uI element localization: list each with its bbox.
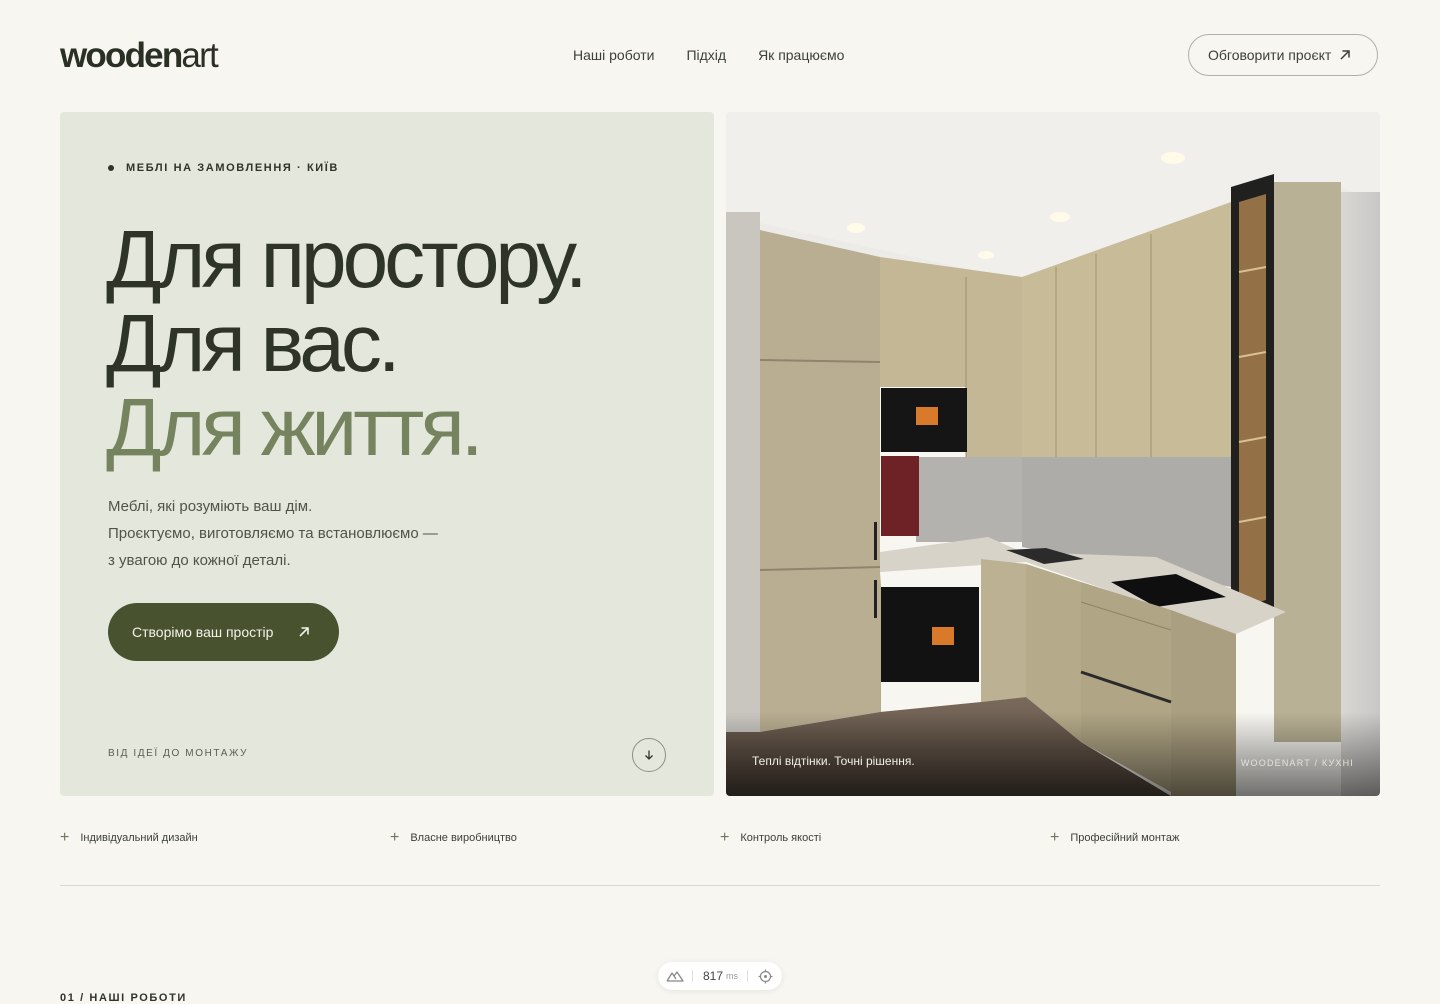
feature-label: Контроль якості bbox=[740, 832, 822, 844]
feature-label: Професійний монтаж bbox=[1070, 832, 1180, 844]
hero-kitchen-image: Теплі відтінки. Точні рішення. WOODENART… bbox=[726, 112, 1380, 796]
plus-icon: + bbox=[1050, 829, 1060, 846]
logo-bold: wooden bbox=[60, 36, 183, 75]
feature-item: + Професійний монтаж bbox=[1050, 830, 1380, 846]
create-space-button[interactable]: Створімо ваш простір bbox=[108, 603, 339, 661]
main-nav: Наші роботи Підхід Як працюємо bbox=[573, 47, 844, 63]
lead-line-2: Проєктуємо, виготовляємо та встановлюємо… bbox=[108, 525, 438, 542]
section-divider bbox=[60, 885, 1380, 886]
discuss-project-button[interactable]: Обговорити проєкт bbox=[1188, 34, 1378, 76]
plus-icon: + bbox=[60, 829, 70, 846]
headline-line-2: Для вас. bbox=[106, 298, 401, 389]
feature-label: Індивідуальний дизайн bbox=[80, 832, 198, 844]
hero-eyebrow: МЕБЛІ НА ЗАМОВЛЕННЯ · КИЇВ bbox=[108, 162, 339, 174]
nav-item-approach[interactable]: Підхід bbox=[686, 47, 726, 63]
plus-icon: + bbox=[720, 829, 730, 846]
hero-panel: МЕБЛІ НА ЗАМОВЛЕННЯ · КИЇВ Для простору.… bbox=[60, 112, 714, 796]
hero-footer-label: ВІД ІДЕЇ ДО МОНТАЖУ bbox=[108, 748, 249, 759]
feature-label: Власне виробництво bbox=[410, 832, 517, 844]
dot-icon bbox=[108, 165, 114, 171]
arrow-up-right-icon bbox=[299, 627, 309, 637]
hero-headline: Для простору. Для вас. Для життя. bbox=[106, 214, 588, 473]
headline-line-1: Для простору. bbox=[106, 214, 588, 305]
hero-image-caption: Теплі відтінки. Точні рішення. bbox=[752, 754, 915, 768]
hero-eyebrow-text: МЕБЛІ НА ЗАМОВЛЕННЯ · КИЇВ bbox=[126, 162, 339, 174]
toolbar-timing-unit: ms bbox=[726, 971, 739, 981]
arrow-up-right-icon bbox=[1340, 50, 1350, 60]
feature-item: + Контроль якості bbox=[720, 830, 1050, 846]
plus-icon: + bbox=[390, 829, 400, 846]
section-label: 01 / НАШІ РОБОТИ bbox=[60, 992, 187, 1004]
hero-image-credit: WOODENART / КУХНІ bbox=[1240, 758, 1354, 768]
arrow-down-icon bbox=[645, 750, 653, 760]
scroll-down-button[interactable] bbox=[632, 738, 666, 772]
crosshair-icon[interactable] bbox=[758, 969, 773, 984]
toolbar-separator bbox=[692, 970, 693, 982]
discuss-project-label: Обговорити проєкт bbox=[1208, 47, 1332, 63]
toolbar-separator bbox=[747, 970, 749, 982]
logo-light: art bbox=[181, 36, 218, 75]
lead-line-1: Меблі, які розуміють ваш дім. bbox=[108, 498, 313, 515]
kitchen-illustration bbox=[726, 112, 1380, 796]
hero-lead: Меблі, які розуміють ваш дім. Проєктуємо… bbox=[108, 493, 438, 574]
toolbar-timing: 817 bbox=[703, 969, 724, 983]
nav-item-works[interactable]: Наші роботи bbox=[573, 47, 654, 63]
dev-toolbar: 817 ms bbox=[658, 962, 782, 990]
headline-line-3: Для життя. bbox=[106, 382, 484, 473]
logo[interactable]: woodenart bbox=[60, 36, 219, 76]
lead-line-3: з увагою до кожної деталі. bbox=[108, 552, 291, 569]
feature-item: + Індивідуальний дизайн bbox=[60, 830, 390, 846]
features-row: + Індивідуальний дизайн + Власне виробницт… bbox=[60, 830, 1380, 846]
feature-item: + Власне виробництво bbox=[390, 830, 720, 846]
nuxt-logo-icon[interactable] bbox=[666, 970, 684, 982]
nav-item-process[interactable]: Як працюємо bbox=[758, 47, 844, 63]
create-space-label: Створімо ваш простір bbox=[132, 624, 274, 640]
